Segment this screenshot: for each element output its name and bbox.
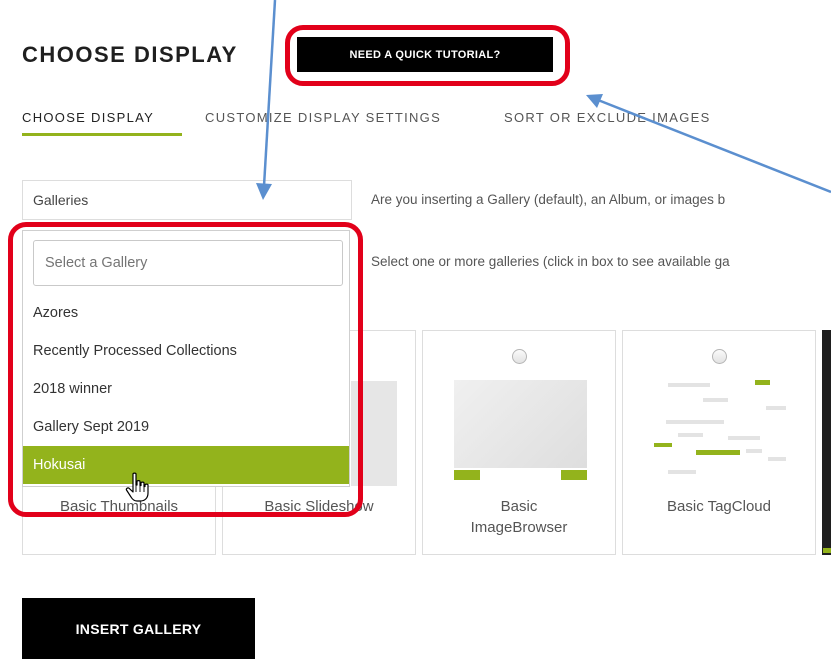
gallery-option-recently-processed-collections[interactable]: Recently Processed Collections: [23, 332, 349, 370]
display-card-label: Basic Thumbnails: [59, 498, 179, 515]
display-card-basic-tagcloud[interactable]: Basic TagCloud: [622, 330, 816, 555]
imagebrowser-next-bar: [561, 470, 587, 480]
display-card-label-line1: Basic: [500, 498, 538, 515]
active-tab-indicator: [22, 133, 182, 136]
display-card-label: Basic Slideshow: [264, 498, 374, 515]
tutorial-button[interactable]: NEED A QUICK TUTORIAL?: [297, 37, 553, 72]
gallery-search-input[interactable]: [33, 240, 343, 286]
arrow-head-left-icon: [586, 94, 603, 108]
gallery-option-azores[interactable]: Azores: [23, 294, 349, 332]
page-title: CHOOSE DISPLAY: [22, 42, 238, 67]
insert-gallery-button[interactable]: INSERT GALLERY: [22, 598, 255, 659]
tab-customize-display-settings[interactable]: CUSTOMIZE DISPLAY SETTINGS: [205, 110, 441, 125]
arrow-to-gallery-select: [262, 0, 277, 187]
display-card-label-line2: ImageBrowser: [470, 519, 568, 536]
display-card-label: Basic TagCloud: [667, 498, 771, 515]
display-radio[interactable]: [712, 349, 727, 364]
display-card-basic-imagebrowser[interactable]: Basic ImageBrowser: [422, 330, 616, 555]
source-select[interactable]: Galleries: [22, 180, 352, 220]
imagebrowser-prev-bar: [454, 470, 480, 480]
tab-sort-exclude-images[interactable]: SORT OR EXCLUDE IMAGES: [504, 110, 711, 125]
gallery-option-gallery-sept-2019[interactable]: Gallery Sept 2019: [23, 408, 349, 446]
source-help-text: Are you inserting a Gallery (default), a…: [371, 192, 726, 207]
source-select-value: Galleries: [33, 192, 89, 208]
slideshow-preview-image: [351, 381, 397, 486]
display-card-partial-accent: [823, 548, 831, 553]
display-card-partial[interactable]: [822, 330, 831, 555]
display-radio[interactable]: [512, 349, 527, 364]
gallery-dropdown[interactable]: Azores Recently Processed Collections 20…: [22, 230, 350, 487]
hand-cursor-icon: [125, 472, 149, 502]
gallery-help-text: Select one or more galleries (click in b…: [371, 254, 730, 269]
tab-choose-display[interactable]: CHOOSE DISPLAY: [22, 110, 154, 125]
imagebrowser-preview-image: [454, 380, 587, 468]
tagcloud-preview: [654, 380, 786, 474]
gallery-option-hokusai[interactable]: Hokusai: [23, 446, 349, 484]
gallery-option-2018-winner[interactable]: 2018 winner: [23, 370, 349, 408]
